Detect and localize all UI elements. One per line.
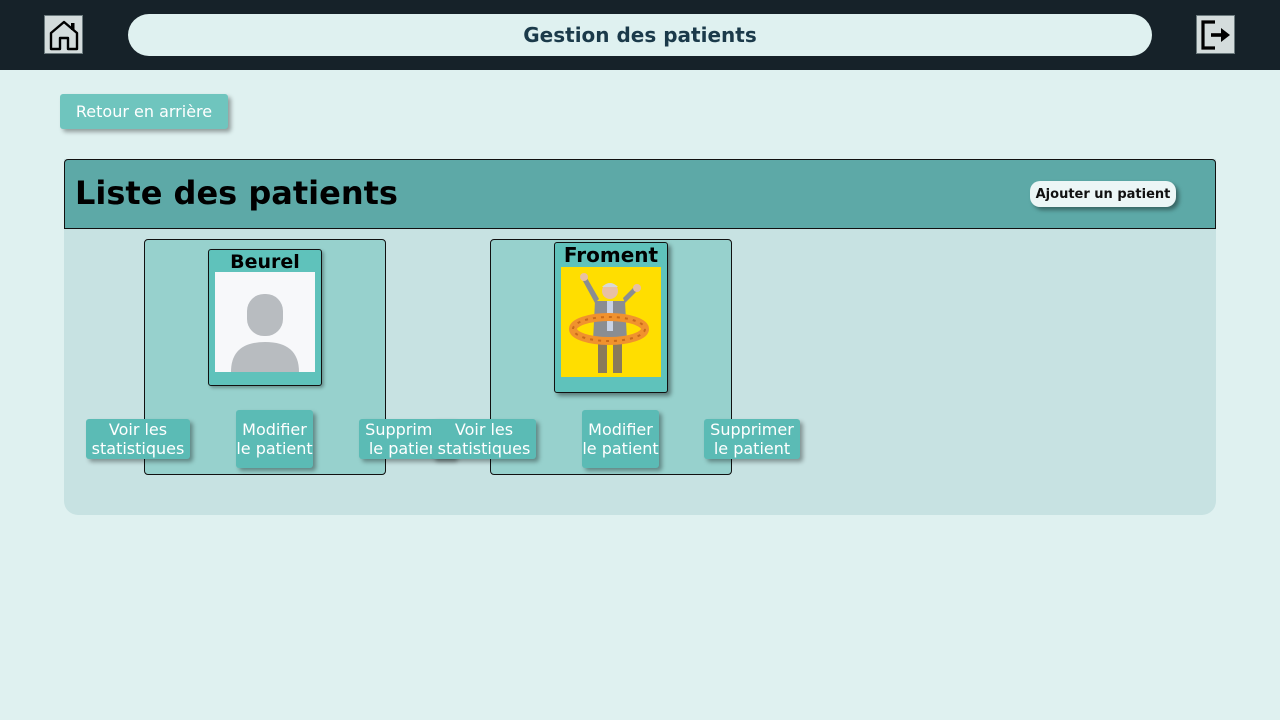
view-stats-button[interactable]: Voir les statistiques	[432, 419, 536, 459]
edit-patient-button[interactable]: Modifier le patient	[582, 410, 659, 468]
logout-icon	[1200, 19, 1230, 50]
back-button[interactable]: Retour en arrière	[60, 94, 228, 129]
patient-name: Froment	[563, 243, 659, 267]
page-title: Gestion des patients	[128, 14, 1152, 56]
edit-patient-button[interactable]: Modifier le patient	[236, 410, 313, 468]
patient-name: Beurel	[230, 251, 300, 273]
patient-photo-frame[interactable]: Beurel	[208, 249, 322, 386]
top-bar: Gestion des patients	[0, 0, 1280, 70]
home-icon	[49, 20, 78, 50]
home-button[interactable]	[44, 15, 83, 54]
patient-list-title: Liste des patients	[75, 174, 398, 212]
view-stats-button[interactable]: Voir les statistiques	[86, 419, 190, 459]
patient-list-header: Liste des patients Ajouter un patient	[64, 159, 1216, 229]
avatar-placeholder-icon	[215, 272, 315, 372]
patient-photo	[561, 267, 661, 377]
add-patient-button[interactable]: Ajouter un patient	[1030, 181, 1176, 207]
logout-button[interactable]	[1196, 15, 1235, 54]
patient-photo-frame[interactable]: Froment	[554, 242, 668, 393]
delete-patient-button[interactable]: Supprimer le patient	[704, 419, 800, 459]
